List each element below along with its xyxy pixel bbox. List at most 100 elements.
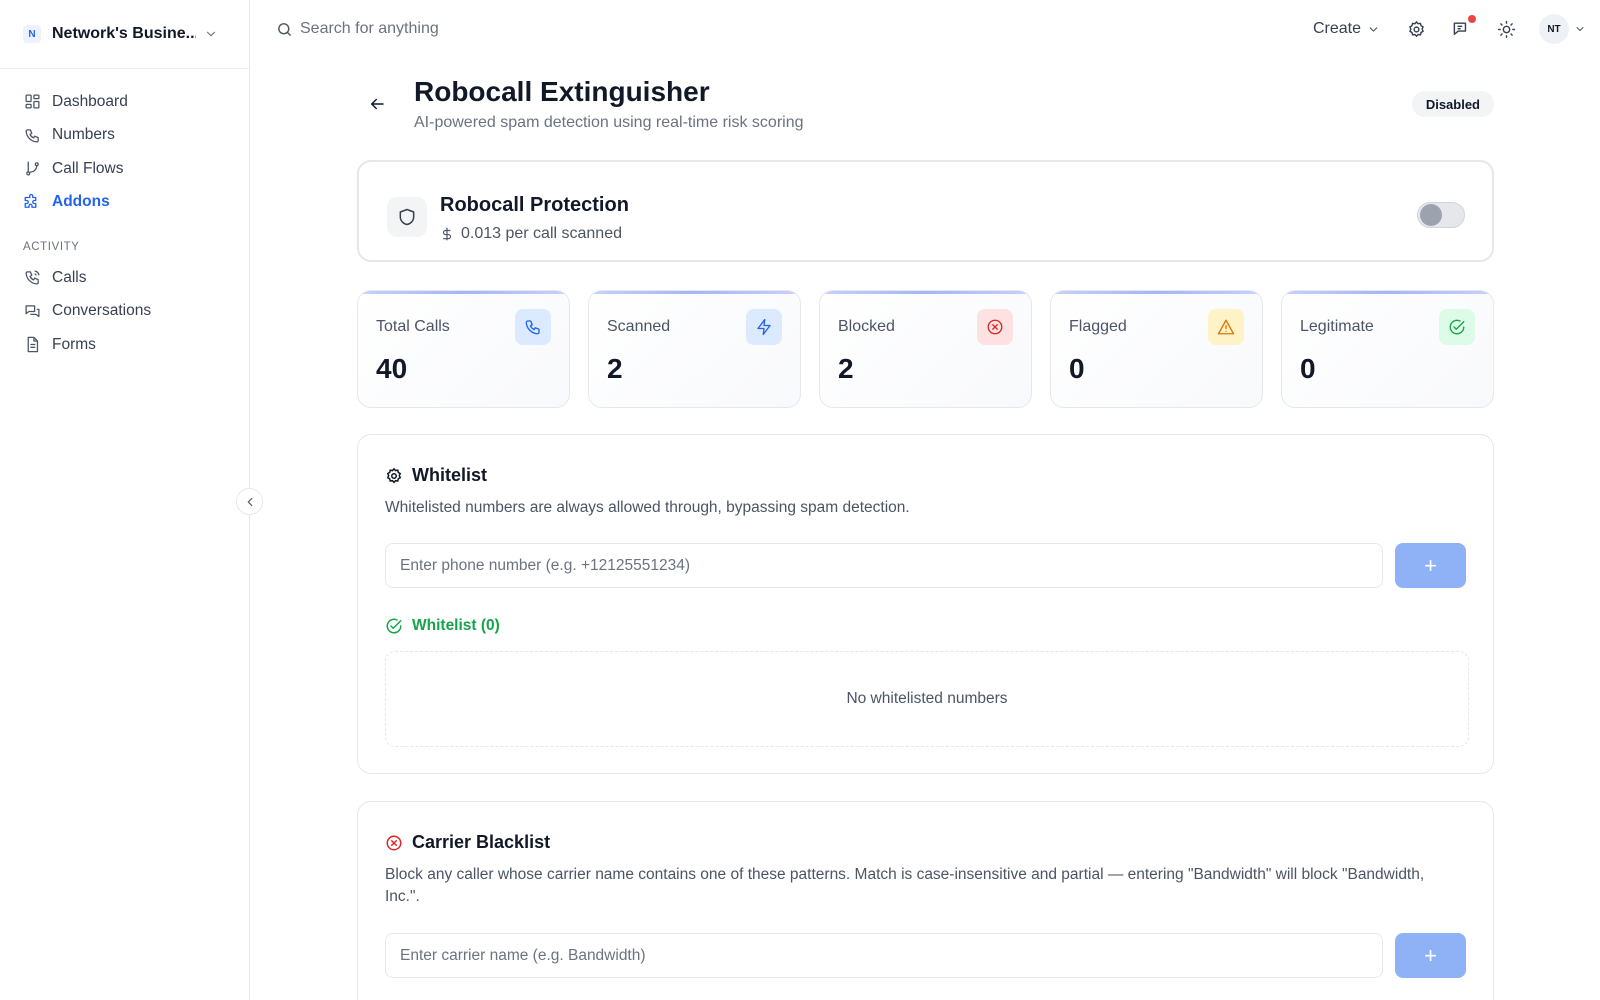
collapse-sidebar-button[interactable]	[236, 488, 263, 515]
avatar[interactable]: NT	[1539, 14, 1569, 44]
arrow-left-icon	[371, 98, 384, 110]
sidebar-item-conversations[interactable]: Conversations	[0, 295, 249, 329]
workspace-badge: N	[23, 25, 41, 43]
document-icon	[23, 336, 41, 354]
sidebar-item-label: Forms	[52, 335, 96, 353]
phone-icon	[23, 126, 41, 144]
sidebar-item-forms[interactable]: Forms	[0, 328, 249, 362]
shield-icon	[387, 197, 427, 237]
page-subtitle: AI-powered spam detection using real-tim…	[414, 114, 804, 131]
stat-value: 40	[376, 353, 408, 384]
whitelist-card: Whitelist Whitelisted numbers are always…	[357, 434, 1494, 774]
messages-button[interactable]	[1449, 15, 1476, 41]
protection-price-text: 0.013 per call scanned	[461, 225, 622, 242]
page-title: Robocall Extinguisher	[414, 76, 710, 107]
check-circle-icon	[385, 617, 403, 635]
toggle-knob	[1420, 204, 1442, 226]
whitelist-empty-state: No whitelisted numbers	[385, 651, 1469, 747]
git-branch-icon	[23, 160, 41, 178]
phone-call-icon	[23, 269, 41, 287]
stat-value: 2	[607, 353, 623, 384]
phone-icon	[515, 309, 551, 345]
workspace-name: Network's Busine...	[52, 25, 196, 42]
settings-button[interactable]	[1404, 17, 1428, 41]
protection-price: 0.013 per call scanned	[440, 225, 622, 243]
status-badge: Disabled	[1411, 91, 1494, 117]
stat-scanned: Scanned 2	[588, 290, 801, 408]
whitelist-count-text: Whitelist (0)	[412, 617, 500, 634]
puzzle-icon	[23, 193, 41, 211]
stat-label: Legitimate	[1300, 318, 1374, 335]
add-whitelist-button[interactable]: +	[1395, 543, 1466, 588]
blacklist-title: Carrier Blacklist	[385, 832, 550, 853]
blacklist-description: Block any caller whose carrier name cont…	[385, 866, 1425, 905]
sidebar: N Network's Busine... Dashboard Numbers …	[0, 0, 250, 1000]
protection-card: Robocall Protection 0.013 per call scann…	[357, 160, 1494, 262]
sidebar-item-label: Calls	[52, 268, 87, 286]
whitelist-count-label: Whitelist (0)	[385, 617, 500, 635]
search-bar[interactable]: Search for anything	[276, 20, 439, 38]
lightning-icon	[746, 309, 782, 345]
stat-value: 2	[838, 353, 854, 384]
protection-title: Robocall Protection	[440, 194, 629, 216]
sun-icon	[1497, 20, 1515, 38]
whitelist-title-text: Whitelist	[412, 465, 487, 485]
workspace-switcher[interactable]: N Network's Busine...	[0, 0, 249, 69]
warning-icon	[1208, 309, 1244, 345]
whitelist-title: Whitelist	[385, 465, 487, 486]
whitelist-phone-input[interactable]	[385, 543, 1383, 588]
sidebar-item-label: Addons	[52, 193, 110, 211]
sidebar-nav: Dashboard Numbers Call Flows Addons ACTI…	[0, 69, 249, 362]
back-button[interactable]	[365, 92, 389, 116]
stats-row: Total Calls 40 Scanned 2 Blocked 2 Flagg…	[357, 290, 1494, 408]
stat-label: Total Calls	[376, 318, 450, 335]
theme-toggle-button[interactable]	[1494, 17, 1518, 41]
stat-label: Flagged	[1069, 318, 1127, 335]
stat-legitimate: Legitimate 0	[1281, 290, 1494, 408]
sidebar-item-label: Call Flows	[52, 159, 124, 177]
sidebar-item-dashboard[interactable]: Dashboard	[0, 85, 249, 119]
stat-value: 0	[1069, 353, 1085, 384]
sidebar-item-label: Dashboard	[52, 92, 128, 110]
sidebar-item-calls[interactable]: Calls	[0, 261, 249, 295]
sidebar-item-label: Conversations	[52, 302, 152, 320]
chevron-left-icon	[247, 497, 252, 506]
blacklist-title-text: Carrier Blacklist	[412, 832, 551, 852]
search-placeholder: Search for anything	[300, 20, 439, 37]
chevron-down-icon	[1367, 23, 1380, 36]
sidebar-item-label: Numbers	[52, 126, 115, 144]
stat-label: Scanned	[607, 318, 671, 335]
gear-icon	[385, 467, 403, 485]
x-circle-icon	[385, 834, 403, 852]
topbar-actions: Create NT	[1313, 0, 1600, 58]
sidebar-section-activity: ACTIVITY	[23, 241, 80, 253]
create-label: Create	[1312, 20, 1361, 37]
dashboard-icon	[23, 93, 41, 111]
create-button[interactable]: Create	[1313, 20, 1380, 38]
x-circle-icon	[977, 309, 1013, 345]
sidebar-item-addons[interactable]: Addons	[0, 186, 249, 220]
page-header: Robocall Extinguisher AI-powered spam de…	[357, 74, 1494, 134]
dollar-icon	[440, 226, 454, 242]
stat-flagged: Flagged 0	[1050, 290, 1263, 408]
notification-dot	[1468, 15, 1476, 23]
stat-label: Blocked	[838, 318, 895, 335]
whitelist-description: Whitelisted numbers are always allowed t…	[385, 499, 910, 516]
add-carrier-button[interactable]: +	[1395, 933, 1466, 978]
sidebar-item-numbers[interactable]: Numbers	[0, 119, 249, 153]
chat-icon	[1453, 21, 1466, 35]
check-circle-icon	[1439, 309, 1475, 345]
stat-value: 0	[1300, 353, 1316, 384]
gear-icon	[1408, 20, 1424, 37]
carrier-blacklist-card: Carrier Blacklist Block any caller whose…	[357, 801, 1494, 1000]
search-icon	[276, 21, 293, 38]
topbar: Search for anything Create NT	[250, 0, 1600, 58]
chevron-down-icon[interactable]	[1574, 23, 1586, 35]
stat-blocked: Blocked 2	[819, 290, 1032, 408]
chat-icon	[23, 302, 41, 320]
carrier-name-input[interactable]	[385, 933, 1383, 978]
stat-total-calls: Total Calls 40	[357, 290, 570, 408]
sidebar-item-call-flows[interactable]: Call Flows	[0, 152, 249, 186]
chevron-down-icon	[204, 27, 218, 41]
protection-toggle[interactable]	[1417, 202, 1465, 228]
